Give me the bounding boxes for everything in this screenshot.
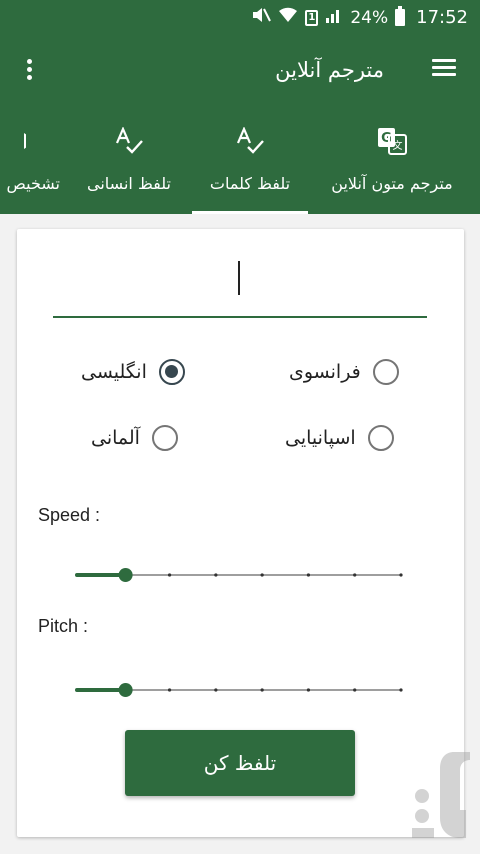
pronunciation-card: انگلیسی فرانسوی آلمانی اسپانیایی Speed :… xyxy=(17,229,464,837)
svg-text:文: 文 xyxy=(393,139,403,152)
radio-label: انگلیسی xyxy=(81,361,147,383)
signal-icon xyxy=(325,7,343,29)
speed-label: Speed : xyxy=(38,505,101,525)
clock: 17:52 xyxy=(416,7,468,28)
slider-tick xyxy=(214,688,218,692)
slider-tick xyxy=(353,573,357,577)
spellcheck-icon xyxy=(72,124,186,158)
status-bar-icons: 1 24% 17:52 xyxy=(251,6,468,29)
tab-online-translator[interactable]: G 文 مترجم متون آنلاین xyxy=(316,110,468,214)
radio-french[interactable]: فرانسوی xyxy=(289,359,399,385)
pitch-label: Pitch : xyxy=(38,616,89,636)
radio-german[interactable]: آلمانی xyxy=(91,425,178,451)
radio-label: فرانسوی xyxy=(289,361,361,383)
voice-icon xyxy=(0,124,60,158)
app-title: مترجم آنلاین xyxy=(275,58,384,82)
slider-thumb[interactable] xyxy=(118,568,133,582)
status-bar: 1 24% 17:52 xyxy=(0,0,480,34)
mute-icon xyxy=(251,6,272,29)
radio-english[interactable]: انگلیسی xyxy=(81,359,185,385)
sim-icon: 1 xyxy=(305,9,319,26)
speed-slider[interactable] xyxy=(75,565,403,585)
slider-tick xyxy=(214,573,218,577)
slider-tick xyxy=(260,573,264,577)
slider-tick xyxy=(167,688,172,692)
svg-text:G: G xyxy=(381,131,392,146)
tab-human-pronunciation[interactable]: تلفظ انسانی xyxy=(72,110,186,214)
slider-thumb[interactable] xyxy=(118,683,133,697)
slider-tick xyxy=(306,573,311,577)
tab-label: تشخیص xyxy=(6,174,60,193)
store-logo-watermark xyxy=(404,748,474,844)
text-cursor xyxy=(238,261,240,295)
slider-tick xyxy=(399,688,403,692)
tab-label: تلفظ کلمات xyxy=(209,174,291,193)
radio-button[interactable] xyxy=(372,359,399,385)
radio-spanish[interactable]: اسپانیایی xyxy=(285,425,394,451)
slider-tick xyxy=(167,573,172,577)
pronounce-button[interactable]: تلفظ کن xyxy=(125,730,355,796)
tab-word-pronunciation[interactable]: تلفظ کلمات xyxy=(192,110,308,214)
battery-percent: 24% xyxy=(350,7,389,28)
google-translate-icon: G 文 xyxy=(316,124,468,158)
app-bar: مترجم آنلاین xyxy=(0,34,480,110)
tab-label: تلفظ انسانی xyxy=(87,174,171,193)
radio-button-checked[interactable] xyxy=(158,359,185,385)
hamburger-menu-icon[interactable] xyxy=(432,56,462,86)
tab-bar: G 文 مترجم متون آنلاین تلفظ کلمات تلفظ ان… xyxy=(0,110,480,214)
spellcheck-icon xyxy=(192,124,308,158)
radio-label: آلمانی xyxy=(91,427,140,449)
radio-button[interactable] xyxy=(151,425,178,451)
slider-tick xyxy=(353,688,357,692)
radio-button[interactable] xyxy=(367,425,394,451)
tab-label: مترجم متون آنلاین xyxy=(331,174,453,193)
pitch-slider[interactable] xyxy=(75,680,403,700)
word-input[interactable] xyxy=(53,256,427,318)
wifi-icon xyxy=(278,6,298,29)
radio-label: اسپانیایی xyxy=(285,427,356,449)
slider-tick xyxy=(260,688,264,692)
slider-tick xyxy=(306,688,311,692)
more-vert-icon[interactable] xyxy=(14,56,44,86)
battery-icon xyxy=(395,6,406,26)
slider-tick xyxy=(399,573,403,577)
tab-detection[interactable]: تشخیص xyxy=(0,110,60,214)
